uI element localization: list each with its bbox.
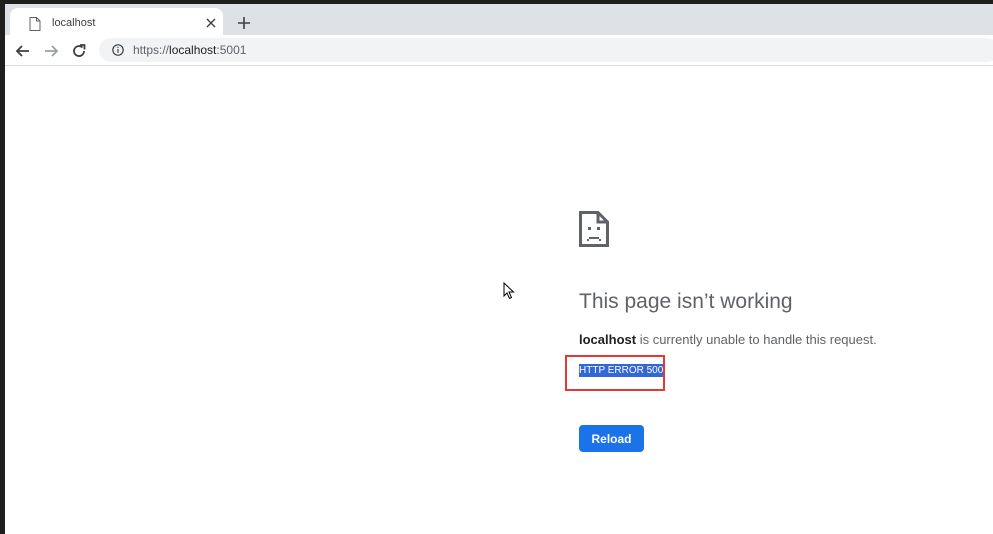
close-icon[interactable] xyxy=(205,17,217,29)
forward-arrow-icon[interactable] xyxy=(41,41,61,61)
browser-window: localhost https://localhost:5001 This pa… xyxy=(0,0,993,534)
reload-button[interactable]: Reload xyxy=(579,425,644,452)
back-arrow-icon[interactable] xyxy=(13,41,33,61)
url-host: localhost xyxy=(169,43,217,57)
address-bar[interactable]: https://localhost:5001 xyxy=(99,38,993,62)
tab-title: localhost xyxy=(52,17,96,29)
reload-icon[interactable] xyxy=(69,41,89,61)
page-icon xyxy=(29,17,41,31)
sad-page-icon xyxy=(579,211,609,247)
error-host: localhost xyxy=(579,332,637,347)
page-content: This page isn’t working localhost is cur… xyxy=(5,67,993,534)
url-port: :5001 xyxy=(216,43,247,57)
mouse-cursor-icon xyxy=(503,282,515,300)
error-message: localhost is currently unable to handle … xyxy=(579,332,877,347)
error-message-text: is currently unable to handle this reque… xyxy=(636,332,877,347)
browser-toolbar: https://localhost:5001 xyxy=(5,35,993,66)
page-title: This page isn’t working xyxy=(579,290,793,313)
url-scheme: https:// xyxy=(133,43,170,57)
error-code: HTTP ERROR 500 xyxy=(579,364,664,377)
tab-strip: localhost xyxy=(5,4,993,39)
url-text: https://localhost:5001 xyxy=(133,43,246,57)
new-tab-plus-icon[interactable] xyxy=(235,14,253,32)
info-icon[interactable] xyxy=(112,44,124,56)
